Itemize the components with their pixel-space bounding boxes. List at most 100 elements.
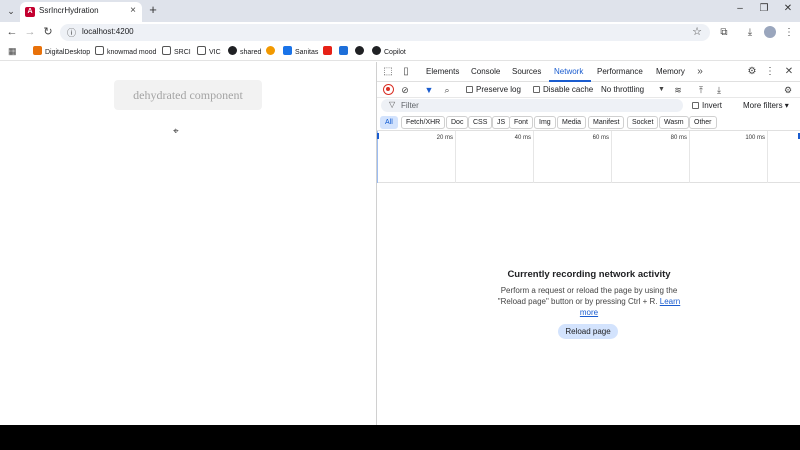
network-conditions-icon[interactable]: ≋ [672, 84, 684, 96]
record-icon[interactable] [383, 84, 394, 95]
openai-icon [355, 46, 364, 55]
disable-cache-label: Disable cache [543, 85, 594, 94]
devtools-close-icon[interactable]: ✕ [782, 66, 796, 78]
type-font[interactable]: Font [509, 116, 534, 129]
resource-type-filters: All Fetch/XHR Doc CSS JS Font Img Media … [377, 114, 800, 131]
bookmark-1[interactable]: knowmad mood [95, 46, 156, 58]
bookmark-0[interactable]: DigitalDesktop [33, 46, 90, 58]
type-manifest[interactable]: Manifest [588, 116, 625, 129]
mouse-cursor-icon: ⌖ [173, 126, 179, 137]
throttling-caret-icon[interactable]: ▼ [658, 85, 665, 95]
bookmark-1-label: knowmad mood [107, 49, 157, 56]
disable-cache-checkbox[interactable]: Disable cache [533, 85, 593, 95]
download-icon[interactable]: ⤓ [743, 27, 757, 38]
bookmark-0-label: DigitalDesktop [45, 49, 91, 56]
folder-icon [162, 46, 171, 55]
bookmark-4[interactable]: shared [228, 46, 261, 58]
orange-smiley-icon [266, 46, 275, 55]
type-fetch-xhr[interactable]: Fetch/XHR [401, 116, 446, 129]
type-doc[interactable]: Doc [446, 116, 469, 129]
reload-icon[interactable]: ↻ [41, 26, 55, 39]
tab-network[interactable]: Network [554, 67, 583, 76]
bookmark-7[interactable] [323, 46, 335, 58]
tab-close-icon[interactable]: × [130, 5, 136, 16]
type-css[interactable]: CSS [468, 116, 493, 129]
timeline-gridline [455, 131, 456, 183]
invert-label: Invert [702, 101, 723, 110]
new-tab-button[interactable]: + [146, 3, 160, 17]
type-wasm[interactable]: Wasm [659, 116, 689, 129]
device-toolbar-icon[interactable]: ▯ [399, 66, 413, 78]
forward-button[interactable]: → [23, 26, 37, 39]
filter-row: ▽ Filter Invert More filters ▾ [377, 98, 800, 114]
tab-elements[interactable]: Elements [426, 67, 459, 76]
network-settings-gear-icon[interactable]: ⚙ [782, 84, 794, 96]
back-button[interactable]: ← [5, 26, 19, 39]
tab-sources[interactable]: Sources [512, 67, 541, 76]
clear-icon[interactable]: ⊘ [399, 84, 411, 96]
devtools-panel: ⬚ ▯ Elements Console Sources Network Per… [376, 62, 800, 425]
devtools-menu-icon[interactable]: ⋮ [763, 66, 777, 78]
bookmark-2-label: SRCI [174, 49, 191, 56]
tab-performance[interactable]: Performance [597, 67, 643, 76]
network-overview-timeline[interactable]: 20 ms 40 ms 60 ms 80 ms 100 ms [377, 131, 800, 183]
settings-gear-icon[interactable]: ⚙ [745, 66, 759, 78]
type-other[interactable]: Other [689, 116, 717, 129]
bookmark-4-label: shared [240, 49, 262, 56]
type-socket[interactable]: Socket [627, 116, 659, 129]
timeline-gridline [533, 131, 534, 183]
bookmark-star-icon[interactable]: ☆ [692, 25, 702, 38]
reload-page-button[interactable]: Reload page [558, 324, 618, 339]
type-js[interactable]: JS [492, 116, 511, 129]
tab-title: SsrIncrHydration [39, 6, 99, 15]
more-filters-dropdown[interactable]: More filters ▾ [743, 101, 789, 111]
import-har-icon[interactable]: ⤒ [695, 84, 707, 96]
tab-memory[interactable]: Memory [656, 67, 685, 76]
extensions-icon[interactable]: ⧉ [717, 27, 731, 38]
invert-checkbox[interactable]: Invert [692, 101, 722, 111]
avatar[interactable] [764, 26, 776, 38]
window-close-icon[interactable]: ✕ [780, 3, 796, 14]
youtube-icon [323, 46, 332, 55]
angular-icon: A [25, 7, 35, 17]
type-all[interactable]: All [380, 116, 398, 129]
inspect-element-icon[interactable]: ⬚ [381, 66, 395, 78]
site-info-icon[interactable]: ⓘ [67, 26, 76, 39]
bookmark-3[interactable]: VIC [197, 46, 221, 58]
throttling-select[interactable]: No throttling [601, 85, 644, 95]
restore-icon[interactable]: ❐ [756, 3, 772, 14]
omnibox[interactable]: ⓘ localhost:4200 ☆ [60, 24, 710, 41]
export-har-icon[interactable]: ⤓ [713, 84, 725, 96]
filter-placeholder: Filter [401, 101, 419, 110]
tab-console[interactable]: Console [471, 67, 500, 76]
preserve-log-checkbox[interactable]: Preserve log [466, 85, 521, 95]
type-img[interactable]: Img [534, 116, 556, 129]
tab-search-icon[interactable]: ⌄ [4, 4, 18, 18]
bookmark-6[interactable]: Sanitas [283, 46, 318, 58]
network-toolbar: ⊘ ▼ ⌕ Preserve log Disable cache No thro… [377, 82, 800, 98]
more-tabs-icon[interactable]: » [693, 66, 707, 78]
bookmark-8[interactable] [339, 46, 351, 58]
timeline-tick-label: 40 ms [514, 135, 531, 141]
folder-icon [95, 46, 104, 55]
checkbox-box [466, 86, 473, 93]
filter-funnel-icon[interactable]: ▼ [423, 84, 435, 96]
url-text[interactable]: localhost:4200 [82, 27, 134, 36]
bookmark-2[interactable]: SRCI [162, 46, 191, 58]
browser-tab[interactable]: A SsrIncrHydration × [20, 2, 142, 22]
type-media[interactable]: Media [557, 116, 587, 129]
filter-input[interactable]: ▽ Filter [381, 99, 683, 112]
timeline-start-marker [377, 133, 379, 139]
checkbox-box [533, 86, 540, 93]
github-icon [228, 46, 237, 55]
bookmark-5[interactable] [266, 46, 278, 58]
bookmark-6-label: Sanitas [295, 49, 319, 56]
search-icon[interactable]: ⌕ [441, 84, 453, 96]
checkbox-box [692, 102, 699, 109]
apps-grid-icon[interactable]: ▦ [8, 46, 17, 57]
chrome-menu-icon[interactable]: ⋮ [782, 27, 796, 38]
outlook-icon [339, 46, 348, 55]
bookmark-10[interactable]: Copilot [372, 46, 406, 58]
minimize-icon[interactable]: – [732, 3, 748, 14]
bookmark-9[interactable] [355, 46, 367, 58]
